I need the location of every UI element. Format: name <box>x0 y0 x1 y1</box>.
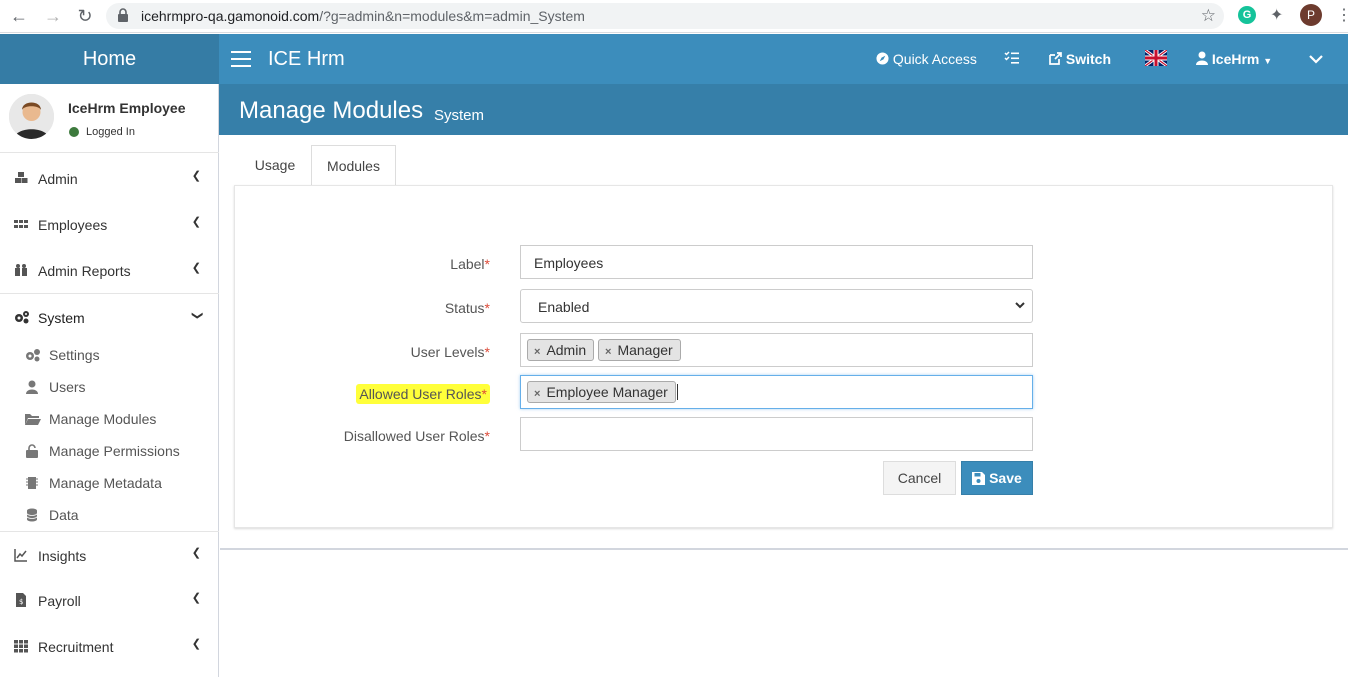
extensions-puzzle-icon[interactable]: ✦ <box>1270 5 1283 25</box>
chevron-left-icon: ❮ <box>191 592 201 604</box>
label-input[interactable]: Employees <box>520 245 1033 279</box>
chevron-left-icon: ❮ <box>191 170 201 182</box>
lock-icon <box>118 8 128 22</box>
sidebar-subitem-data[interactable]: Data <box>0 499 219 531</box>
cubes-icon <box>15 172 28 183</box>
browser-toolbar: ← → ↻ icehrmpro-qa.gamonoid.com/?g=admin… <box>0 0 1348 33</box>
allowed-role-tag[interactable]: × Employee Manager <box>527 381 676 403</box>
external-link-icon <box>1049 52 1062 65</box>
allowed-user-roles-multiselect[interactable]: × Employee Manager <box>520 375 1033 409</box>
status-select[interactable]: Enabled <box>520 289 1033 323</box>
user-panel: IceHrm Employee Logged In <box>0 84 219 153</box>
chevron-left-icon: ❮ <box>191 262 201 274</box>
status-text: Logged In <box>86 126 135 138</box>
disallowed-user-roles-multiselect[interactable] <box>520 417 1033 451</box>
remove-tag-icon[interactable]: × <box>534 388 540 400</box>
remove-tag-icon[interactable]: × <box>605 346 611 358</box>
label-field-label: Label* <box>450 256 490 272</box>
quick-access-button[interactable]: Quick Access <box>876 51 977 67</box>
sidebar-subitem-settings[interactable]: Settings <box>0 339 219 371</box>
logo-home[interactable]: Home <box>0 34 219 84</box>
sidebar-subitem-users[interactable]: Users <box>0 371 219 403</box>
divider <box>220 548 1348 550</box>
page-subtitle: System <box>434 107 485 124</box>
grammarly-extension-icon[interactable]: G <box>1238 6 1256 24</box>
folder-open-icon <box>25 414 41 425</box>
task-list-icon <box>1004 51 1019 64</box>
sidebar-subitem-manage-metadata[interactable]: Manage Metadata <box>0 467 219 499</box>
back-arrow-icon[interactable]: ← <box>6 4 32 28</box>
reports-icon <box>15 264 27 276</box>
floppy-disk-icon <box>972 472 986 485</box>
gears-icon <box>15 311 29 324</box>
chevron-left-icon: ❮ <box>191 216 201 228</box>
disallowed-user-roles-field-label: Disallowed User Roles* <box>343 428 490 444</box>
hamburger-menu-icon[interactable] <box>231 51 251 67</box>
tab-usage[interactable]: Usage <box>241 145 309 186</box>
forward-arrow-icon[interactable]: → <box>40 4 66 28</box>
sidebar-item-insights[interactable]: Insights ❮ <box>0 531 219 577</box>
user-icon <box>1196 51 1208 65</box>
user-icon <box>26 380 38 394</box>
bookmark-star-icon[interactable]: ☆ <box>1201 6 1216 26</box>
grid-icon <box>14 220 28 228</box>
tab-bar: Usage Modules <box>219 145 1348 186</box>
sidebar-subitem-manage-permissions[interactable]: Manage Permissions <box>0 435 219 467</box>
sidebar-item-payroll[interactable]: $ Payroll ❮ <box>0 577 219 623</box>
sidebar-item-admin[interactable]: Admin ❮ <box>0 155 219 201</box>
user-level-tag[interactable]: × Admin <box>527 339 595 361</box>
user-name: IceHrm Employee <box>68 100 186 116</box>
microchip-icon <box>26 477 38 489</box>
remove-tag-icon[interactable]: × <box>534 346 540 358</box>
sidebar-item-admin-reports[interactable]: Admin Reports ❮ <box>0 247 219 293</box>
chevron-down-icon: ❮ <box>190 310 203 321</box>
user-dropdown[interactable]: IceHrm ▼ <box>1196 51 1272 67</box>
tab-modules[interactable]: Modules <box>311 145 396 186</box>
chevron-left-icon: ❮ <box>191 547 201 559</box>
user-levels-multiselect[interactable]: × Admin × Manager <box>520 333 1033 367</box>
online-status-dot <box>69 127 79 137</box>
database-icon <box>26 508 38 522</box>
line-chart-icon <box>14 549 27 562</box>
text-cursor <box>677 384 678 400</box>
user-level-tag[interactable]: × Manager <box>598 339 681 361</box>
compass-icon <box>876 52 889 65</box>
sidebar-item-system[interactable]: System ❮ <box>0 293 219 339</box>
address-bar[interactable]: icehrmpro-qa.gamonoid.com/?g=admin&n=mod… <box>106 3 1224 29</box>
switch-button[interactable]: Switch <box>1048 51 1111 67</box>
url-text: icehrmpro-qa.gamonoid.com/?g=admin&n=mod… <box>141 8 585 24</box>
user-levels-field-label: User Levels* <box>410 344 490 360</box>
chevron-left-icon: ❮ <box>191 638 201 650</box>
reload-icon[interactable]: ↻ <box>72 4 98 28</box>
allowed-user-roles-field-label: Allowed User Roles* <box>250 384 490 404</box>
status-field-label: Status* <box>444 300 490 316</box>
page-title: Manage Modules <box>239 97 424 124</box>
content-header: Manage Modules System <box>219 84 1348 135</box>
save-button[interactable]: Save <box>961 461 1033 495</box>
browser-menu-icon[interactable]: ⋮ <box>1336 5 1348 25</box>
tasks-list-button[interactable] <box>1004 51 1019 67</box>
cancel-button[interactable]: Cancel <box>883 461 956 495</box>
invoice-icon: $ <box>16 593 26 607</box>
unlock-icon <box>26 444 38 458</box>
sidebar: IceHrm Employee Logged In Admin ❮ Employ… <box>0 84 219 677</box>
svg-text:$: $ <box>19 598 23 606</box>
grid-icon <box>14 640 28 653</box>
sidebar-item-recruitment[interactable]: Recruitment ❮ <box>0 623 219 669</box>
uk-flag-icon[interactable] <box>1145 50 1167 66</box>
avatar <box>9 94 54 139</box>
sidebar-item-employees[interactable]: Employees ❮ <box>0 201 219 247</box>
app-title: ICE Hrm <box>268 48 345 70</box>
chevron-down-icon[interactable] <box>1309 51 1323 67</box>
profile-avatar[interactable]: P <box>1300 4 1322 26</box>
top-navbar: ICE Hrm Quick Access Switch IceHrm ▼ <box>219 34 1348 84</box>
chevron-down-icon <box>1015 302 1025 309</box>
sidebar-subitem-manage-modules[interactable]: Manage Modules <box>0 403 219 435</box>
gears-icon <box>26 349 40 362</box>
